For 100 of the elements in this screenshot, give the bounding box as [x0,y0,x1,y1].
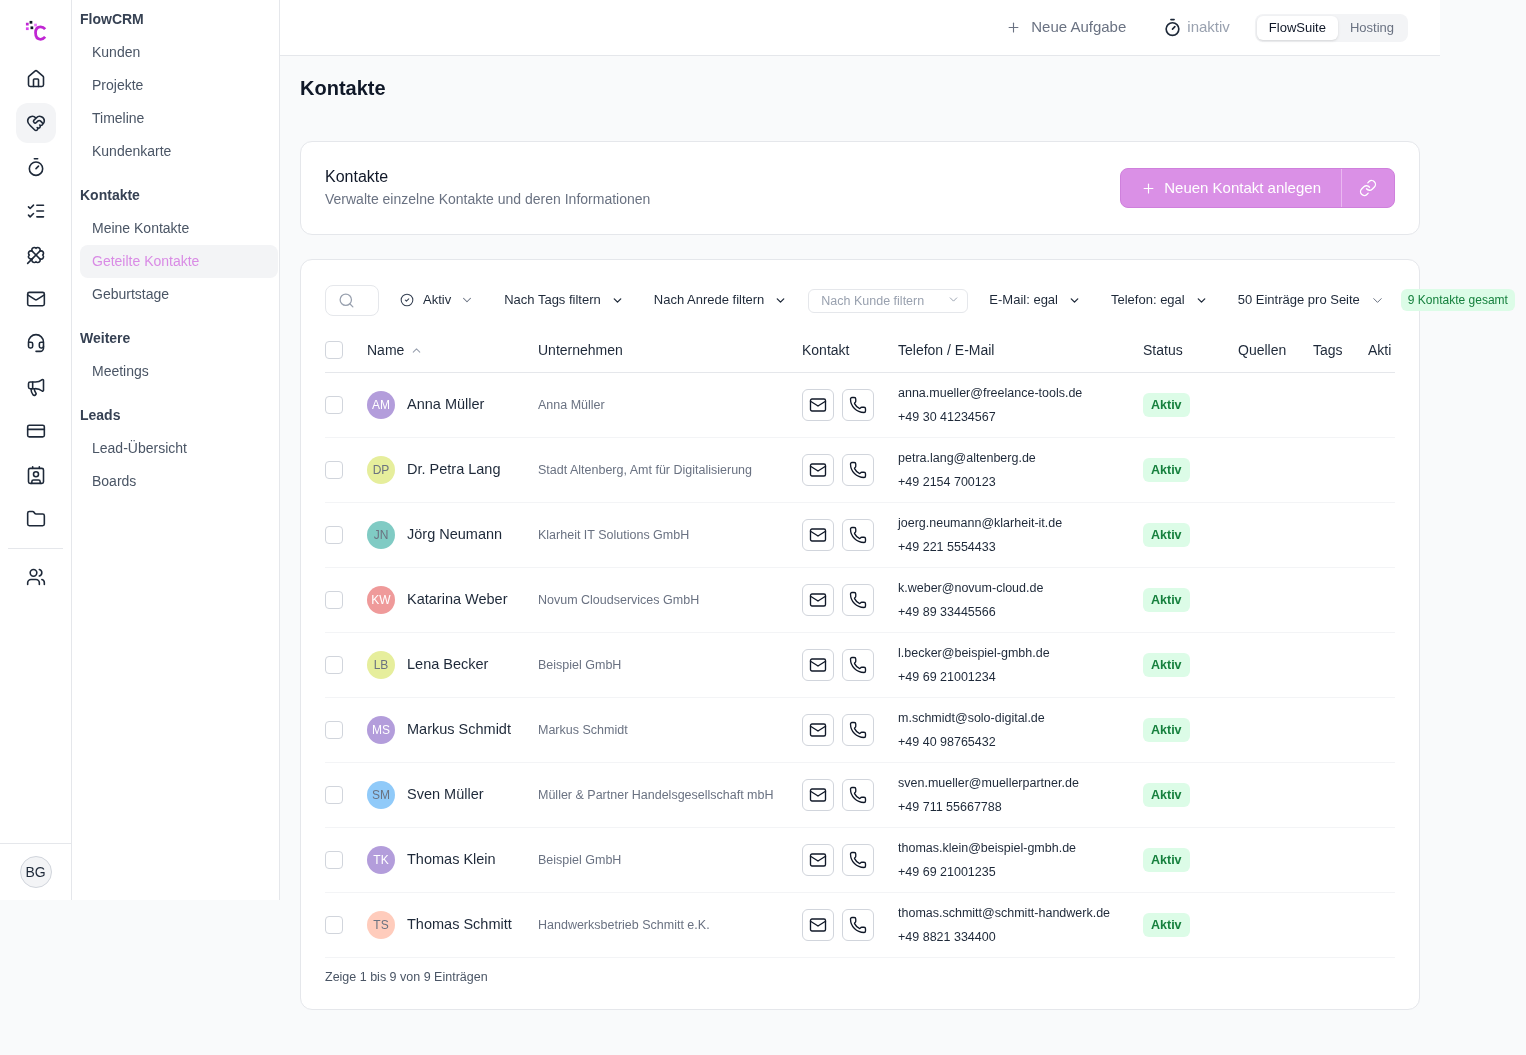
search-icon [338,291,355,309]
call-button[interactable] [842,454,874,486]
page-size-dropdown[interactable]: 50 Einträge pro Seite [1222,284,1393,316]
status-filter[interactable]: Aktiv [385,284,490,316]
filter-dropdown[interactable]: Nach Tags filtern [489,284,639,316]
sidebar-item[interactable]: Geburtstage [80,278,278,311]
company-name: Stadt Altenberg, Amt für Digitalisierung [538,461,752,479]
email-button[interactable] [802,519,834,551]
avatar: JN [367,521,395,549]
avatar: AM [367,391,395,419]
checkbox[interactable] [325,656,343,674]
email-button[interactable] [802,844,834,876]
workspace-tab[interactable]: Hosting [1337,15,1406,40]
phone-icon [849,721,867,739]
call-button[interactable] [842,519,874,551]
filter-dropdown[interactable]: Nach Anrede filtern [638,284,803,316]
card-title: Kontakte [325,167,390,187]
checkbox[interactable] [325,341,343,359]
call-button[interactable] [842,844,874,876]
column-header[interactable]: Quellen [1238,339,1287,361]
avatar: TS [367,911,395,939]
column-header[interactable]: Tags [1313,339,1343,361]
status-badge: Aktiv [1143,523,1190,547]
phone-icon [849,396,867,414]
page-title: Kontakte [300,76,387,101]
folder-icon [25,509,46,529]
email-address: thomas.schmitt@schmitt-handwerk.de [898,905,1112,922]
contact-name: Thomas Klein [407,850,496,870]
checkbox[interactable] [325,786,343,804]
email-button[interactable] [802,454,834,486]
contact-name: Thomas Schmitt [407,915,512,935]
email-button[interactable] [802,389,834,421]
sidebar-item[interactable]: Lead-Übersicht [80,432,278,465]
workspace-tab[interactable]: FlowSuite [1256,15,1338,40]
checkbox[interactable] [325,461,343,479]
column-header[interactable]: Kontakt [802,339,850,361]
avatar: SM [367,781,395,809]
column-header[interactable]: Name [367,339,424,361]
stopwatch-icon [1163,18,1183,37]
contact-name: Jörg Neumann [407,525,503,545]
company-name: Handwerksbetrieb Schmitt e.K. [538,916,710,934]
email-button[interactable] [802,584,834,616]
sidebar-item[interactable]: Kundenkarte [80,135,278,168]
call-button[interactable] [842,389,874,421]
phone-icon [849,851,867,869]
megaphone-icon [25,377,46,397]
rail-button[interactable] [15,103,56,143]
customer-select[interactable]: Nach Kunde filtern [808,289,969,313]
email-address: joerg.neumann@klarheit-it.de [898,515,1064,532]
phone-number: +49 69 21001234 [898,669,997,686]
checkbox[interactable] [325,851,343,869]
column-header[interactable]: Akti [1368,339,1392,361]
mail-icon [25,289,46,309]
checkbox[interactable] [325,526,343,544]
heart-handshake-icon [25,113,46,133]
call-button[interactable] [842,584,874,616]
status-badge: Aktiv [1143,653,1190,677]
sidebar-item[interactable]: Timeline [80,102,278,135]
avatar: DP [367,456,395,484]
column-header[interactable]: Status [1143,339,1183,361]
mail-icon [809,851,827,869]
call-button[interactable] [842,909,874,941]
phone-number: +49 711 55667788 [898,799,1003,816]
status-badge: Aktiv [1143,718,1190,742]
mail-icon [809,916,827,934]
checkbox[interactable] [325,721,343,739]
sidebar-item[interactable]: Meine Kontakte [80,212,278,245]
email-address: sven.mueller@muellerpartner.de [898,775,1080,792]
filter-dropdown[interactable]: E-Mail: egal [974,284,1096,316]
phone-icon [849,656,867,674]
email-button[interactable] [802,649,834,681]
sidebar-item[interactable]: Kunden [80,36,278,69]
email-button[interactable] [802,714,834,746]
sidebar-item[interactable]: Projekte [80,69,278,102]
phone-number: +49 221 5554433 [898,539,997,556]
email-address: anna.mueller@freelance-tools.de [898,385,1084,402]
sidebar-item[interactable]: Boards [80,465,278,498]
new-task-button[interactable]: Neue Aufgabe [1006,16,1127,39]
users-icon [25,567,46,587]
search-field[interactable] [325,284,379,316]
sidebar-item[interactable]: Meetings [80,355,278,388]
email-button[interactable] [802,909,834,941]
filter-dropdown[interactable]: Telefon: egal [1096,284,1223,316]
column-header[interactable]: Unternehmen [538,339,623,361]
call-button[interactable] [842,714,874,746]
phone-icon [849,526,867,544]
phone-number: +49 89 33445566 [898,604,997,621]
company-name: Beispiel GmbH [538,656,622,674]
column-header[interactable]: Telefon / E-Mail [898,339,995,361]
email-button[interactable] [802,779,834,811]
checkbox[interactable] [325,916,343,934]
checkbox[interactable] [325,396,343,414]
user-avatar[interactable]: BG [19,856,52,888]
call-button[interactable] [842,649,874,681]
call-button[interactable] [842,779,874,811]
phone-number: +49 8821 334400 [898,929,997,946]
phone-number: +49 2154 700123 [898,474,997,491]
mail-icon [809,786,827,804]
contact-name: Dr. Petra Lang [407,460,501,480]
checkbox[interactable] [325,591,343,609]
